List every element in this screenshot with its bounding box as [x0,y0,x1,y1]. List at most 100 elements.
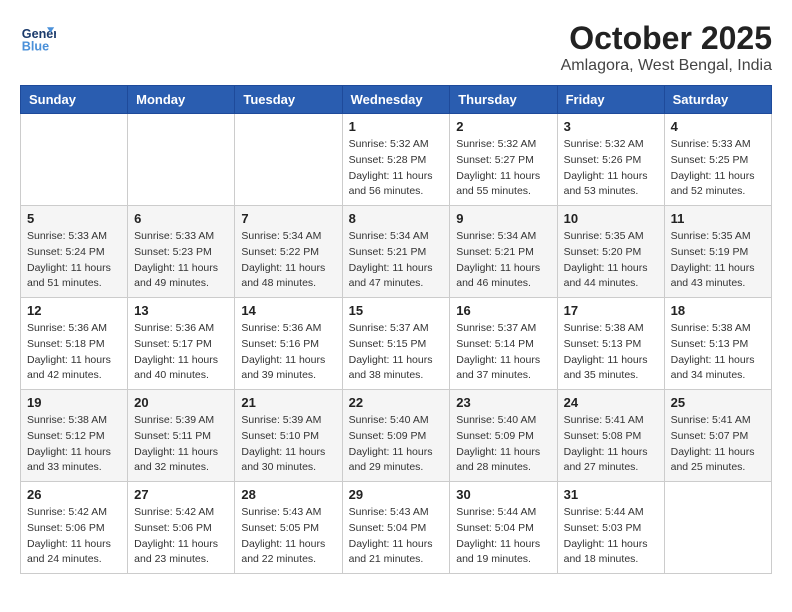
day-number: 16 [456,303,550,318]
calendar-day-cell: 28Sunrise: 5:43 AMSunset: 5:05 PMDayligh… [235,482,342,574]
day-info: Sunrise: 5:37 AMSunset: 5:14 PMDaylight:… [456,321,550,384]
day-number: 15 [349,303,444,318]
day-info: Sunrise: 5:35 AMSunset: 5:20 PMDaylight:… [564,229,658,292]
day-number: 3 [564,119,658,134]
day-info: Sunrise: 5:36 AMSunset: 5:18 PMDaylight:… [27,321,121,384]
calendar-day-cell: 26 Sunrise: 5:42 AMSunset: 5:06 PMDayligh… [21,482,128,574]
day-number: 20 [134,395,228,410]
day-info: Sunrise: 5:40 AMSunset: 5:09 PMDaylight:… [349,413,444,476]
weekday-header: Sunday [21,86,128,114]
day-number: 27 [134,487,228,502]
calendar-day-cell: 8 Sunrise: 5:34 AMSunset: 5:21 PMDaylight… [342,206,450,298]
day-number: 8 [349,211,444,226]
calendar-day-cell: 5 Sunrise: 5:33 AMSunset: 5:24 PMDaylight… [21,206,128,298]
calendar-day-cell [664,482,771,574]
calendar-day-cell: 27 Sunrise: 5:42 AMSunset: 5:06 PMDayligh… [128,482,235,574]
calendar-day-cell: 10 Sunrise: 5:35 AMSunset: 5:20 PMDayligh… [557,206,664,298]
day-info: Sunrise: 5:39 AMSunset: 5:10 PMDaylight:… [241,413,335,476]
calendar-day-cell: 12 Sunrise: 5:36 AMSunset: 5:18 PMDayligh… [21,298,128,390]
calendar-week-row: 26 Sunrise: 5:42 AMSunset: 5:06 PMDayligh… [21,482,772,574]
day-info: Sunrise: 5:41 AMSunset: 5:08 PMDaylight:… [564,413,658,476]
day-number: 5 [27,211,121,226]
day-number: 7 [241,211,335,226]
day-number: 12 [27,303,121,318]
day-number: 10 [564,211,658,226]
day-info: Sunrise: 5:33 AMSunset: 5:25 PMDaylight:… [671,137,765,200]
calendar-day-cell: 18Sunrise: 5:38 AMSunset: 5:13 PMDayligh… [664,298,771,390]
day-number: 11 [671,211,765,226]
day-info: Sunrise: 5:37 AMSunset: 5:15 PMDaylight:… [349,321,444,384]
weekday-header: Wednesday [342,86,450,114]
day-info: Sunrise: 5:36 AMSunset: 5:16 PMDaylight:… [241,321,335,384]
calendar-day-cell [128,114,235,206]
calendar-day-cell: 31Sunrise: 5:44 AMSunset: 5:03 PMDayligh… [557,482,664,574]
calendar-table: SundayMondayTuesdayWednesdayThursdayFrid… [20,85,772,574]
calendar-week-row: 1 Sunrise: 5:32 AMSunset: 5:28 PMDaylight… [21,114,772,206]
day-info: Sunrise: 5:32 AMSunset: 5:27 PMDaylight:… [456,137,550,200]
logo: General Blue [20,20,56,56]
calendar-day-cell: 3 Sunrise: 5:32 AMSunset: 5:26 PMDaylight… [557,114,664,206]
calendar-header-row: SundayMondayTuesdayWednesdayThursdayFrid… [21,86,772,114]
day-number: 29 [349,487,444,502]
calendar-day-cell: 2 Sunrise: 5:32 AMSunset: 5:27 PMDaylight… [450,114,557,206]
day-info: Sunrise: 5:41 AMSunset: 5:07 PMDaylight:… [671,413,765,476]
calendar-day-cell: 25 Sunrise: 5:41 AMSunset: 5:07 PMDayligh… [664,390,771,482]
calendar-day-cell: 4 Sunrise: 5:33 AMSunset: 5:25 PMDaylight… [664,114,771,206]
calendar-day-cell: 24Sunrise: 5:41 AMSunset: 5:08 PMDayligh… [557,390,664,482]
calendar-day-cell: 13 Sunrise: 5:36 AMSunset: 5:17 PMDayligh… [128,298,235,390]
day-number: 18 [671,303,765,318]
calendar-day-cell: 15 Sunrise: 5:37 AMSunset: 5:15 PMDayligh… [342,298,450,390]
day-info: Sunrise: 5:42 AMSunset: 5:06 PMDaylight:… [134,505,228,568]
day-number: 6 [134,211,228,226]
day-number: 4 [671,119,765,134]
location: Amlagora, West Bengal, India [561,57,772,75]
weekday-header: Friday [557,86,664,114]
calendar-week-row: 19Sunrise: 5:38 AMSunset: 5:12 PMDayligh… [21,390,772,482]
calendar-week-row: 12 Sunrise: 5:36 AMSunset: 5:18 PMDayligh… [21,298,772,390]
day-number: 26 [27,487,121,502]
day-number: 30 [456,487,550,502]
day-number: 14 [241,303,335,318]
day-info: Sunrise: 5:34 AMSunset: 5:21 PMDaylight:… [456,229,550,292]
day-info: Sunrise: 5:32 AMSunset: 5:28 PMDaylight:… [349,137,444,200]
day-info: Sunrise: 5:42 AMSunset: 5:06 PMDaylight:… [27,505,121,568]
day-info: Sunrise: 5:43 AMSunset: 5:04 PMDaylight:… [349,505,444,568]
day-info: Sunrise: 5:39 AMSunset: 5:11 PMDaylight:… [134,413,228,476]
calendar-week-row: 5 Sunrise: 5:33 AMSunset: 5:24 PMDaylight… [21,206,772,298]
calendar-day-cell: 7 Sunrise: 5:34 AMSunset: 5:22 PMDaylight… [235,206,342,298]
day-info: Sunrise: 5:32 AMSunset: 5:26 PMDaylight:… [564,137,658,200]
day-info: Sunrise: 5:34 AMSunset: 5:21 PMDaylight:… [349,229,444,292]
calendar-day-cell: 16 Sunrise: 5:37 AMSunset: 5:14 PMDayligh… [450,298,557,390]
weekday-header: Monday [128,86,235,114]
calendar-day-cell [21,114,128,206]
calendar-day-cell: 6 Sunrise: 5:33 AMSunset: 5:23 PMDaylight… [128,206,235,298]
day-info: Sunrise: 5:34 AMSunset: 5:22 PMDaylight:… [241,229,335,292]
calendar-day-cell: 9Sunrise: 5:34 AMSunset: 5:21 PMDaylight… [450,206,557,298]
weekday-header: Tuesday [235,86,342,114]
calendar-day-cell [235,114,342,206]
day-info: Sunrise: 5:33 AMSunset: 5:24 PMDaylight:… [27,229,121,292]
day-number: 13 [134,303,228,318]
day-info: Sunrise: 5:36 AMSunset: 5:17 PMDaylight:… [134,321,228,384]
day-info: Sunrise: 5:33 AMSunset: 5:23 PMDaylight:… [134,229,228,292]
day-info: Sunrise: 5:40 AMSunset: 5:09 PMDaylight:… [456,413,550,476]
day-number: 19 [27,395,121,410]
day-number: 2 [456,119,550,134]
day-number: 1 [349,119,444,134]
day-number: 21 [241,395,335,410]
day-number: 23 [456,395,550,410]
calendar-day-cell: 29 Sunrise: 5:43 AMSunset: 5:04 PMDayligh… [342,482,450,574]
day-number: 25 [671,395,765,410]
calendar-day-cell: 14 Sunrise: 5:36 AMSunset: 5:16 PMDayligh… [235,298,342,390]
calendar-day-cell: 20 Sunrise: 5:39 AMSunset: 5:11 PMDayligh… [128,390,235,482]
weekday-header: Saturday [664,86,771,114]
day-number: 22 [349,395,444,410]
calendar-day-cell: 21 Sunrise: 5:39 AMSunset: 5:10 PMDayligh… [235,390,342,482]
day-info: Sunrise: 5:44 AMSunset: 5:04 PMDaylight:… [456,505,550,568]
day-info: Sunrise: 5:35 AMSunset: 5:19 PMDaylight:… [671,229,765,292]
logo-icon: General Blue [20,20,56,56]
calendar-day-cell: 11 Sunrise: 5:35 AMSunset: 5:19 PMDayligh… [664,206,771,298]
month-title: October 2025 [561,20,772,57]
page-header: General Blue October 2025 Amlagora, West… [20,20,772,75]
day-number: 31 [564,487,658,502]
